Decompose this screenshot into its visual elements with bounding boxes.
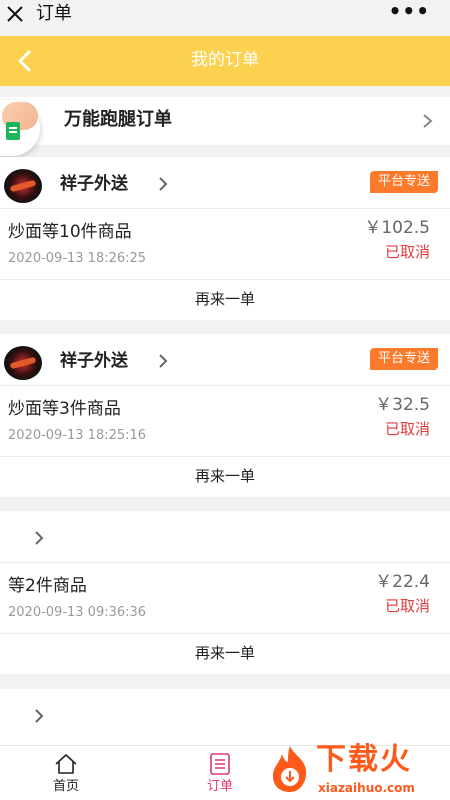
page-title: 我的订单 (191, 50, 259, 70)
chevron-right-icon (35, 531, 44, 545)
close-icon[interactable] (4, 3, 26, 25)
tab-home-label: 首页 (52, 779, 79, 794)
order-status: 已取消 (384, 420, 430, 438)
home-icon (55, 754, 77, 774)
tab-orders-label: 订单 (206, 779, 233, 794)
order-time: 2020-09-13 09:36:36 (8, 605, 147, 620)
order-goods: 炒面等3件商品 (8, 399, 121, 419)
floating-document-button[interactable] (0, 100, 40, 156)
order-details[interactable]: 炒面等3件商品 2020-09-13 18:25:16 ￥32.5 已取消 (0, 386, 450, 457)
order-goods: 等2件商品 (8, 576, 87, 596)
delivery-badge: 平台专送 (369, 348, 438, 370)
order-time: 2020-09-13 18:26:25 (8, 251, 147, 266)
order-card-header[interactable]: 祥子外送 平台专送 (0, 334, 450, 386)
errand-orders-label: 万能跑腿订单 (64, 109, 172, 130)
chevron-right-icon (423, 114, 433, 128)
order-time: 2020-09-13 18:25:16 (8, 428, 147, 443)
errand-orders-banner[interactable]: 万能跑腿订单 (0, 97, 450, 145)
watermark: 下载火 xiazaihuo.com (262, 738, 450, 800)
document-icon (6, 122, 20, 140)
delivery-badge: 平台专送 (369, 171, 438, 193)
wechat-title-bar: 订单 ••• (0, 0, 450, 36)
nav-bar: 我的订单 (0, 36, 450, 86)
tab-home[interactable]: 首页 (16, 746, 116, 800)
order-price: ￥32.5 (375, 395, 430, 415)
order-details[interactable]: 炒面等10件商品 2020-09-13 18:26:25 ￥102.5 已取消 (0, 209, 450, 280)
chevron-right-icon (159, 354, 168, 368)
wechat-title: 订单 (36, 3, 72, 24)
order-card-header[interactable] (0, 689, 450, 741)
more-icon[interactable]: ••• (389, 0, 430, 22)
reorder-button[interactable]: 再来一单 (0, 465, 450, 487)
order-card-header[interactable]: 祥子外送 平台专送 (0, 157, 450, 209)
reorder-button[interactable]: 再来一单 (0, 288, 450, 310)
order-card-header[interactable] (0, 511, 450, 563)
order-price: ￥102.5 (364, 218, 430, 238)
order-price: ￥22.4 (375, 572, 430, 592)
order-footer: 再来一单 (0, 457, 450, 497)
shop-name: 祥子外送 (60, 351, 128, 371)
order-footer: 再来一单 (0, 280, 450, 320)
order-card (0, 689, 450, 745)
watermark-url: xiazaihuo.com (318, 781, 415, 795)
chevron-right-icon (35, 709, 44, 723)
order-list-icon (210, 753, 230, 775)
order-goods: 炒面等10件商品 (8, 222, 132, 242)
order-details[interactable]: 等2件商品 2020-09-13 09:36:36 ￥22.4 已取消 (0, 563, 450, 634)
order-card: 等2件商品 2020-09-13 09:36:36 ￥22.4 已取消 再来一单 (0, 511, 450, 674)
flame-download-logo (272, 746, 307, 792)
order-card: 祥子外送 平台专送 炒面等10件商品 2020-09-13 18:26:25 ￥… (0, 157, 450, 320)
shop-name: 祥子外送 (60, 174, 128, 194)
watermark-title: 下载火 (316, 742, 412, 777)
shop-avatar (4, 169, 42, 203)
shop-avatar (4, 346, 42, 380)
reorder-button[interactable]: 再来一单 (0, 642, 450, 664)
chevron-right-icon (159, 177, 168, 191)
order-status: 已取消 (384, 597, 430, 615)
tab-orders[interactable]: 订单 (170, 746, 270, 800)
order-footer: 再来一单 (0, 634, 450, 674)
order-card: 祥子外送 平台专送 炒面等3件商品 2020-09-13 18:25:16 ￥3… (0, 334, 450, 497)
order-status: 已取消 (384, 243, 430, 261)
